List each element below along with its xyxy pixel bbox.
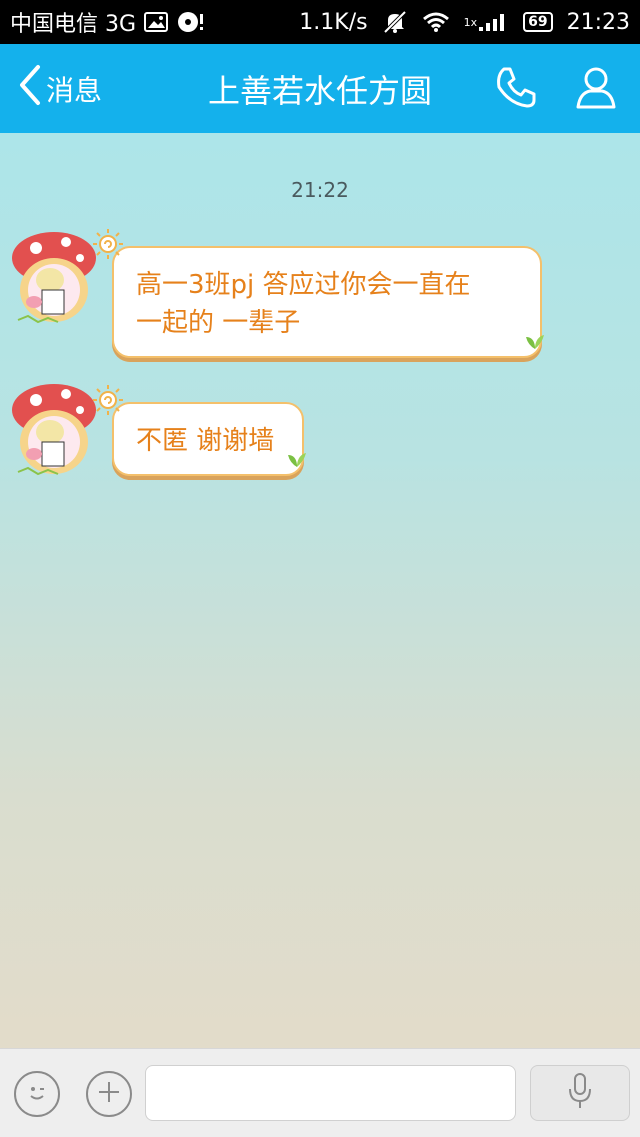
- message-text-line: 不匿 谢谢墙: [136, 426, 275, 456]
- chat-header: 消息 上善若水任方圆: [0, 44, 640, 133]
- image-icon: [144, 12, 169, 32]
- phone-icon[interactable]: [494, 65, 538, 113]
- battery-indicator: 69: [523, 12, 553, 32]
- message-bubble[interactable]: 高一3班pj 答应过你会一直在 一起的 一辈子: [93, 229, 544, 358]
- status-bar: 中国电信 3G 1.1K/s 1x 69 21:23: [0, 0, 640, 44]
- status-time: 21:23: [566, 9, 630, 35]
- signal-icon: 1x: [464, 11, 510, 33]
- wifi-icon: [422, 11, 450, 33]
- sprout-icon: [524, 324, 546, 362]
- microphone-icon: [566, 1071, 594, 1115]
- message-input[interactable]: [145, 1065, 516, 1121]
- sun-icon: [92, 384, 124, 427]
- sun-icon: [92, 228, 124, 271]
- network-speed: 1.1K/s: [299, 9, 368, 35]
- sprout-icon: [286, 442, 308, 480]
- plus-icon: [96, 1079, 122, 1109]
- emoji-icon: [23, 1078, 51, 1110]
- music-icon: [176, 10, 206, 34]
- avatar[interactable]: [8, 228, 100, 326]
- chat-timestamp: 21:22: [291, 178, 349, 202]
- add-button[interactable]: [86, 1071, 132, 1117]
- mute-icon: [382, 9, 408, 35]
- voice-button[interactable]: [530, 1065, 630, 1121]
- emoji-button[interactable]: [14, 1071, 60, 1117]
- message-text-line: 一起的 一辈子: [136, 308, 301, 338]
- message-text-line: 高一3班pj 答应过你会一直在: [136, 270, 471, 300]
- carrier-label: 中国电信 3G: [10, 12, 137, 37]
- input-bar: [0, 1048, 640, 1137]
- message-bubble[interactable]: 不匿 谢谢墙: [93, 385, 306, 476]
- profile-icon[interactable]: [574, 65, 618, 113]
- avatar[interactable]: [8, 380, 100, 478]
